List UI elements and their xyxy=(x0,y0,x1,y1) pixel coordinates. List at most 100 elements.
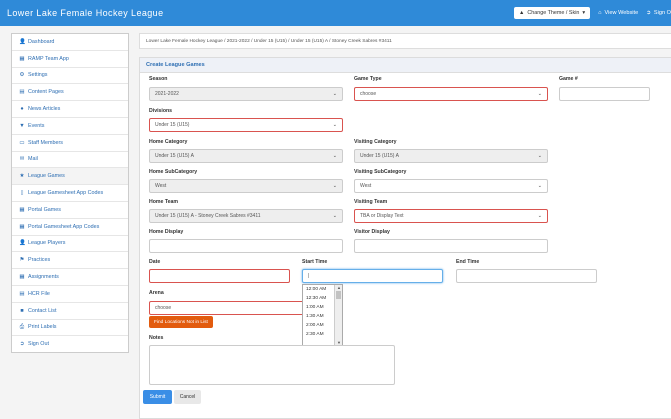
sidebar-item-news-articles[interactable]: ● News Articles xyxy=(12,101,128,118)
sidebar-item-label: News Articles xyxy=(28,106,61,113)
sidebar-item-ramp-team-app[interactable]: ▦ RAMP Team App xyxy=(12,51,128,68)
season-select[interactable]: 2021-2022 ⌄ xyxy=(149,87,343,101)
sidebar-item-mail[interactable]: ✉ Mail xyxy=(12,152,128,169)
sidebar-item-league-players[interactable]: 👤 League Players xyxy=(12,236,128,253)
sidebar-item-practices[interactable]: ⚑ Practices xyxy=(12,252,128,270)
divisions-label: Divisions xyxy=(149,108,173,114)
sidebar-item-staff-members[interactable]: ▭ Staff Members xyxy=(12,135,128,152)
home-display-label: Home Display xyxy=(149,229,184,235)
divisions-select[interactable]: Under 15 (U15) ⌄ xyxy=(149,118,343,132)
print-icon: ⎙ xyxy=(19,323,25,330)
visiting-team-label: Visiting Team xyxy=(354,199,388,205)
grid-icon: ▦ xyxy=(19,223,25,230)
home-subcategory-select[interactable]: West ⌄ xyxy=(149,179,343,193)
end-time-label: End Time xyxy=(456,259,480,265)
home-subcategory-label: Home SubCategory xyxy=(149,169,198,175)
sidebar-item-label: Practices xyxy=(28,257,51,264)
visiting-team-select[interactable]: TBA or Display Text ⌄ xyxy=(354,209,548,223)
sidebar-item-label: Contact List xyxy=(28,307,57,314)
sidebar-item-label: Assignments xyxy=(28,274,59,281)
home-category-label: Home Category xyxy=(149,139,188,145)
game-type-label: Game Type xyxy=(354,76,382,82)
chevron-down-icon: ⌄ xyxy=(332,183,337,189)
sidebar-item-assignments[interactable]: ▦ Assignments xyxy=(12,269,128,286)
home-team-label: Home Team xyxy=(149,199,179,205)
home-category-value: Under 15 (U15) A xyxy=(155,153,194,159)
file-icon: ▤ xyxy=(19,89,25,96)
sidebar-item-portal-games[interactable]: ▦ Portal Games xyxy=(12,202,128,219)
start-time-dropdown[interactable]: 12:00 AM 12:30 AM 1:00 AM 1:30 AM 2:00 A… xyxy=(302,284,343,346)
top-navbar: Lower Lake Female Hockey League ▲ Change… xyxy=(0,0,671,26)
sidebar-item-settings[interactable]: ⚙ Settings xyxy=(12,68,128,85)
view-website-link[interactable]: ⌂ View Website xyxy=(598,10,638,16)
sidebar-item-label: Settings xyxy=(28,72,48,79)
star-icon: ★ xyxy=(19,173,25,180)
sidebar-item-portal-gamesheet-app-codes[interactable]: ▦ Portal Gamesheet App Codes xyxy=(12,219,128,236)
end-time-input[interactable] xyxy=(456,269,597,283)
home-team-select[interactable]: Under 15 (U15) A - Stoney Creek Sabres #… xyxy=(149,209,343,223)
cancel-button[interactable]: Cancel xyxy=(174,390,201,404)
chevron-down-icon: ⌄ xyxy=(537,153,542,159)
arena-label: Arena xyxy=(149,290,164,296)
card-icon: ▭ xyxy=(19,139,25,146)
sidebar-item-sign-out[interactable]: ➲ Sign Out xyxy=(12,336,128,352)
sidebar-item-content-pages[interactable]: ▤ Content Pages xyxy=(12,84,128,102)
date-label: Date xyxy=(149,259,161,265)
sidebar-item-contact-list[interactable]: ■ Contact List xyxy=(12,303,128,320)
visitor-display-label: Visitor Display xyxy=(354,229,390,235)
submit-button[interactable]: Submit xyxy=(143,390,172,404)
visiting-subcategory-value: West xyxy=(360,183,372,189)
divisions-value: Under 15 (U15) xyxy=(155,122,190,128)
change-theme-label: Change Theme / Skin xyxy=(527,10,580,16)
comment-icon: ■ xyxy=(20,307,24,314)
home-display-input[interactable] xyxy=(149,239,343,253)
mail-icon: ✉ xyxy=(19,156,25,163)
sidebar-item-dashboard[interactable]: 👤 Dashboard xyxy=(12,34,128,51)
sidebar-item-label: Print Labels xyxy=(28,324,57,331)
app-title[interactable]: Lower Lake Female Hockey League xyxy=(7,8,163,18)
visitor-display-input[interactable] xyxy=(354,239,548,253)
sidebar-item-league-games[interactable]: ★ League Games xyxy=(12,168,128,186)
visiting-category-value: Under 15 (U15) A xyxy=(360,153,399,159)
change-theme-button[interactable]: ▲ Change Theme / Skin ▾ xyxy=(514,7,591,19)
chevron-down-icon: ⌄ xyxy=(332,122,337,128)
scrollbar-thumb[interactable] xyxy=(336,291,341,299)
sidebar-item-hcr-file[interactable]: ▤ HCR File xyxy=(12,286,128,303)
game-number-input[interactable] xyxy=(559,87,650,101)
scroll-up-icon[interactable]: ▲ xyxy=(337,285,341,290)
start-time-input[interactable]: | xyxy=(302,269,443,283)
sidebar-item-label: Events xyxy=(28,122,45,129)
visiting-category-select[interactable]: Under 15 (U15) A ⌄ xyxy=(354,149,548,163)
sidebar-item-league-gamesheet-app-codes[interactable]: ▯ League Gamesheet App Codes xyxy=(12,185,128,202)
sidebar: 👤 Dashboard ▦ RAMP Team App ⚙ Settings ▤ Con… xyxy=(11,33,129,354)
chevron-down-icon: ⌄ xyxy=(537,213,542,219)
chevron-down-icon: ⌄ xyxy=(537,91,542,97)
sidebar-item-label: HCR File xyxy=(28,290,50,297)
chevron-down-icon: ⌄ xyxy=(332,213,337,219)
top-sign-out-link[interactable]: ➲ Sign O xyxy=(646,10,671,16)
visiting-subcategory-select[interactable]: West ⌄ xyxy=(354,179,548,193)
notes-textarea[interactable] xyxy=(149,345,395,385)
sidebar-item-label: Sign Out xyxy=(28,341,49,348)
filter-icon: ▼ xyxy=(19,122,25,129)
start-time-label: Start Time xyxy=(302,259,328,265)
date-input[interactable] xyxy=(149,269,290,283)
visiting-category-label: Visiting Category xyxy=(354,139,397,145)
home-category-select[interactable]: Under 15 (U15) A ⌄ xyxy=(149,149,343,163)
top-sign-out-label: Sign O xyxy=(653,10,671,16)
panel-heading: Create League Games xyxy=(140,58,671,73)
sidebar-item-events[interactable]: ▼ Events xyxy=(12,118,128,135)
signout-icon: ➲ xyxy=(646,10,651,16)
game-type-select[interactable]: choose ⌄ xyxy=(354,87,548,101)
top-actions: ▲ Change Theme / Skin ▾ ⌂ View Website ➲… xyxy=(514,7,671,19)
view-website-label: View Website xyxy=(604,10,639,16)
table-icon: ▦ xyxy=(19,274,25,281)
find-locations-button[interactable]: Find Locations Not in List xyxy=(149,316,213,328)
visiting-team-value: TBA or Display Text xyxy=(360,213,404,219)
season-value: 2021-2022 xyxy=(155,91,179,97)
start-time-value: | xyxy=(308,273,310,279)
sidebar-item-print-labels[interactable]: ⎙ Print Labels xyxy=(12,320,128,337)
home-team-value: Under 15 (U15) A - Stoney Creek Sabres #… xyxy=(155,213,261,219)
breadcrumb-text[interactable]: Lower Lake Female Hockey League / 2021-2… xyxy=(146,39,392,44)
tint-icon: ▲ xyxy=(519,10,525,16)
